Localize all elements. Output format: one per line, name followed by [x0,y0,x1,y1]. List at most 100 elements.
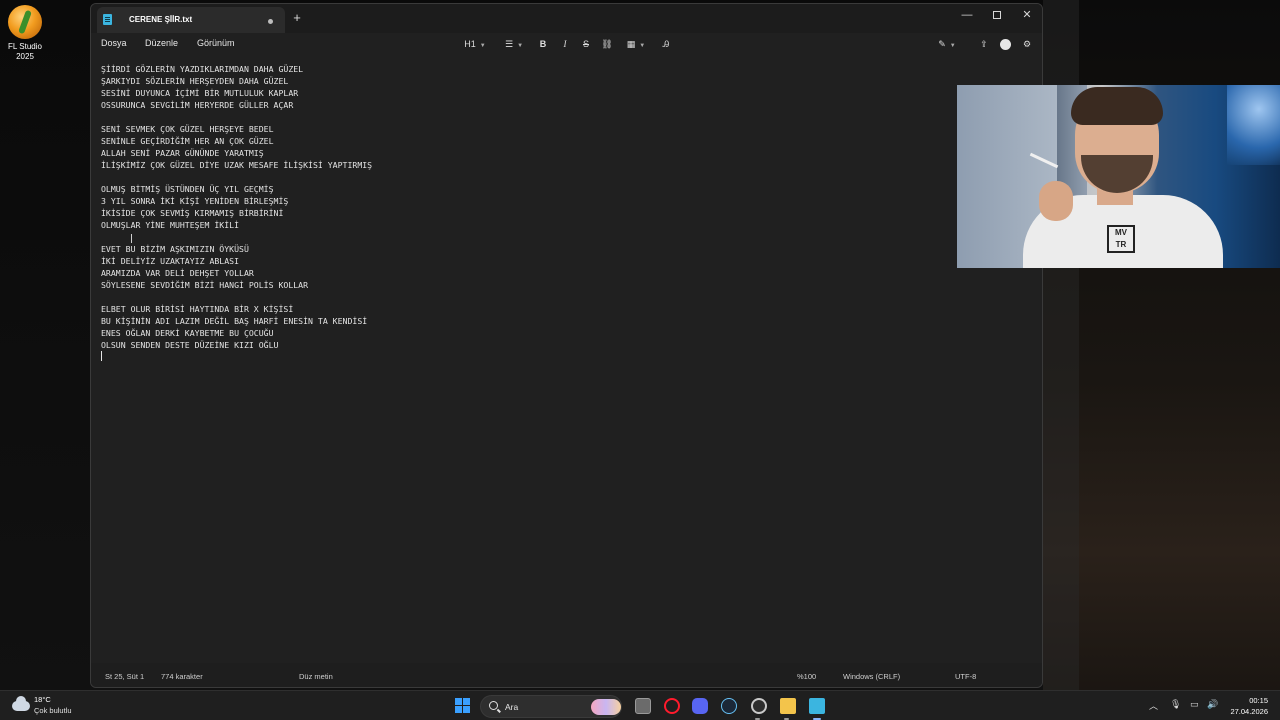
notepad-window: CERENE ŞİİR.txt + — ✕ Dosya Düzenle Görü… [90,3,1043,688]
document-format[interactable]: Düz metin [299,672,333,681]
steam-icon[interactable] [721,698,737,714]
cloud-icon [12,696,30,711]
line-ending[interactable]: Windows (CRLF) [843,672,900,681]
notepad-icon [103,14,112,25]
status-bar: St 25, Süt 1 774 karakter Düz metin %100… [91,663,1042,687]
clear-format-icon: Ꭿ [662,39,670,49]
encoding[interactable]: UTF-8 [955,672,976,681]
taskbar-search[interactable]: Ara [480,695,622,718]
chevron-up-icon[interactable]: ︿ [1149,699,1158,712]
start-button[interactable] [455,698,471,714]
title-bar[interactable]: CERENE ŞİİR.txt + — ✕ [91,4,1042,33]
maximize-icon [993,11,1001,20]
character-count: 774 karakter [161,672,203,681]
minimize-button[interactable]: — [952,5,982,25]
settings-button[interactable]: ⚙ [1020,37,1034,51]
display-icon[interactable]: ▭ [1190,699,1199,710]
opera-gx-icon[interactable] [664,698,680,714]
editor-line: SENİ SEVMEK ÇOK GÜZEL HERŞEYE BEDEL [101,124,274,134]
list-dropdown[interactable]: ☰ ▼ [501,37,527,51]
editor-content[interactable]: ŞİİRDİ GÖZLERİN YAZDIKLARIMDAN DAHA GÜZE… [101,63,372,363]
desktop-icon-fl-studio[interactable]: FL Studio 2025 [4,5,46,62]
clear-formatting-button[interactable]: Ꭿ [659,37,673,51]
table-dropdown[interactable]: ▦ ▼ [623,37,649,51]
shirt-logo: MV TR [1107,225,1135,253]
strikethrough-button[interactable]: S [580,37,592,51]
webcam-beard [1081,155,1153,193]
discord-icon[interactable] [692,698,708,714]
editor-line: İKİ DELİYİZ UZAKTAYIZ ABLASI [101,256,240,266]
editor-line: OLMUŞLAR YİNE MUHTEŞEM İKİLİ [101,220,240,230]
unsaved-indicator-icon[interactable] [268,19,273,24]
editor-line: ELBET OLUR BİRİSİ HAYTINDA BİR X KİŞİSİ [101,304,294,314]
editor-line: İKİSİDE ÇOK SEVMİŞ KIRMAMIŞ BİRBİRİNİ [101,208,284,218]
share-button[interactable]: ⇪ [977,37,991,51]
weather-widget[interactable]: 18°C Çok bulutlu [10,695,100,717]
bold-button[interactable]: B [537,37,549,51]
notepad-taskbar-icon[interactable] [809,698,825,714]
account-button[interactable] [998,37,1012,51]
chrome-icon[interactable] [751,698,767,714]
link-icon: ⛓ [601,39,613,49]
fl-studio-icon [8,5,42,39]
copilot-icon: ✎ [938,39,946,49]
taskbar: 18°C Çok bulutlu Ara ︿ 🎙 ▭ 🔊 00:15 27.04… [0,690,1280,720]
close-button[interactable]: ✕ [1012,5,1042,25]
menu-view[interactable]: Görünüm [197,38,235,48]
webcam-cigarette [1029,152,1059,169]
editor-line: OSSURUNCA SEVGİLİM HERYERDE GÜLLER AÇAR [101,100,294,110]
new-tab-button[interactable]: + [290,10,304,26]
menu-bar: Dosya Düzenle Görünüm H1 ▼ ☰ ▼ B I S ⛓ ▦ ▼ … [91,33,1042,55]
zoom-level[interactable]: %100 [797,672,816,681]
maximize-button[interactable] [982,5,1012,25]
editor-line: SENİNLE GEÇİRDİĞİM HER AN ÇOK GÜZEL [101,136,274,146]
task-view-icon[interactable] [635,698,651,714]
date: 27.04.2026 [1230,707,1268,716]
list-icon: ☰ [504,39,514,49]
tab-document[interactable]: CERENE ŞİİR.txt [97,7,285,33]
heading-label: H1 [464,39,476,49]
editor-line: ENES OĞLAN DERKİ KAYBETME BU ÇOCUĞU [101,328,274,338]
editor-line: İLİŞKİMİZ ÇOK GÜZEL DİYE UZAK MESAFE İLİ… [101,160,373,170]
volume-icon[interactable]: 🔊 [1207,699,1218,710]
text-editor[interactable]: ŞİİRDİ GÖZLERİN YAZDIKLARIMDAN DAHA GÜZE… [91,55,1042,663]
windows-logo-icon-part [463,698,470,705]
heading-dropdown[interactable]: H1 ▼ [463,37,487,51]
mouse-ibeam-cursor [131,234,132,243]
search-placeholder: Ara [505,702,519,712]
editor-line: BU KİŞİNİN ADI LAZIM DEĞİL BAŞ HARFİ ENE… [101,316,368,326]
editor-line: ALLAH SENİ PAZAR GÜNÜNDE YARATMIŞ [101,148,264,158]
copilot-dropdown[interactable]: ✎ ▼ [935,37,959,51]
text-caret [101,351,102,361]
menu-file[interactable]: Dosya [101,38,127,48]
editor-line: 3 YIL SONRA İKİ KİŞİ YENİDEN BİRLEŞMİŞ [101,196,289,206]
search-icon [489,701,498,710]
clock[interactable]: 00:15 27.04.2026 [1220,695,1268,717]
editor-line: OLMUŞ BİTMİŞ ÜSTÜNDEN ÜÇ YIL GEÇMİŞ [101,184,274,194]
editor-line: ARAMIZDA VAR DELİ DEHŞET YOLLAR [101,268,254,278]
chevron-down-icon: ▼ [517,43,524,49]
editor-line: EVET BU BİZİM AŞKIMIZIN ÖYKÜSÜ [101,244,249,254]
editor-line: SÖYLESENE SEVDİĞİM BİZİ HANGİ POLİS KOLL… [101,280,309,290]
weather-temperature: 18°C [34,695,51,704]
account-icon [999,39,1011,51]
menu-edit[interactable]: Düzenle [145,38,178,48]
italic-button[interactable]: I [559,37,571,51]
chevron-down-icon: ▼ [479,43,486,49]
microphone-icon[interactable]: 🎙 [1170,699,1181,710]
webcam-light [1227,85,1280,165]
webcam-overlay: MV TR [957,85,1280,268]
windows-logo-icon-part [463,706,470,713]
cursor-position: St 25, Süt 1 [105,672,145,681]
windows-logo-icon [455,698,462,705]
link-button[interactable]: ⛓ [600,37,614,51]
editor-line: ŞİİRDİ GÖZLERİN YAZDIKLARIMDAN DAHA GÜZE… [101,64,304,74]
windows-logo-icon-part [455,706,462,713]
file-explorer-icon[interactable] [780,698,796,714]
weather-description: Çok bulutlu [34,706,72,715]
table-icon: ▦ [626,39,636,49]
